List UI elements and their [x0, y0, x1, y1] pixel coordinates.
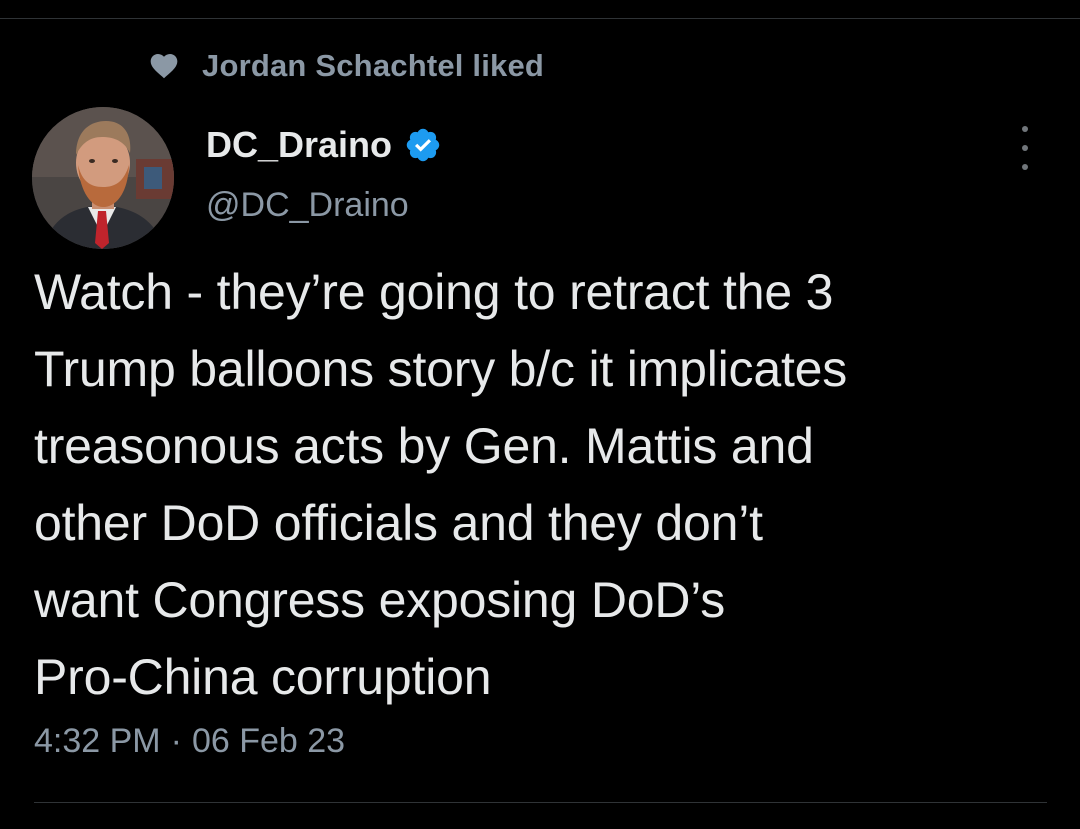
- tweet-date: 06 Feb 23: [191, 722, 346, 760]
- avatar-image: [32, 107, 174, 249]
- verified-badge-icon: [406, 128, 440, 162]
- heart-icon: [150, 54, 178, 79]
- author-handle[interactable]: @DC_Draino: [206, 186, 409, 225]
- more-dot: [1022, 145, 1028, 151]
- top-divider: [0, 18, 1080, 19]
- bottom-divider: [34, 802, 1047, 803]
- more-dot: [1022, 164, 1028, 170]
- display-name[interactable]: DC_Draino: [206, 124, 392, 166]
- social-context[interactable]: Jordan Schachtel liked: [148, 46, 544, 86]
- more-options-button[interactable]: [1010, 126, 1040, 170]
- tweet-text: Watch - they’re going to retract the 3 T…: [34, 264, 848, 705]
- avatar[interactable]: [32, 107, 174, 249]
- tweet-timestamp[interactable]: 4:32 PM · 06 Feb 23: [34, 722, 345, 761]
- meta-separator: ·: [170, 722, 182, 760]
- social-context-label: Jordan Schachtel liked: [202, 48, 545, 83]
- tweet-time: 4:32 PM: [34, 722, 161, 760]
- author-name-row[interactable]: DC_Draino: [206, 122, 442, 168]
- more-dot: [1022, 126, 1028, 132]
